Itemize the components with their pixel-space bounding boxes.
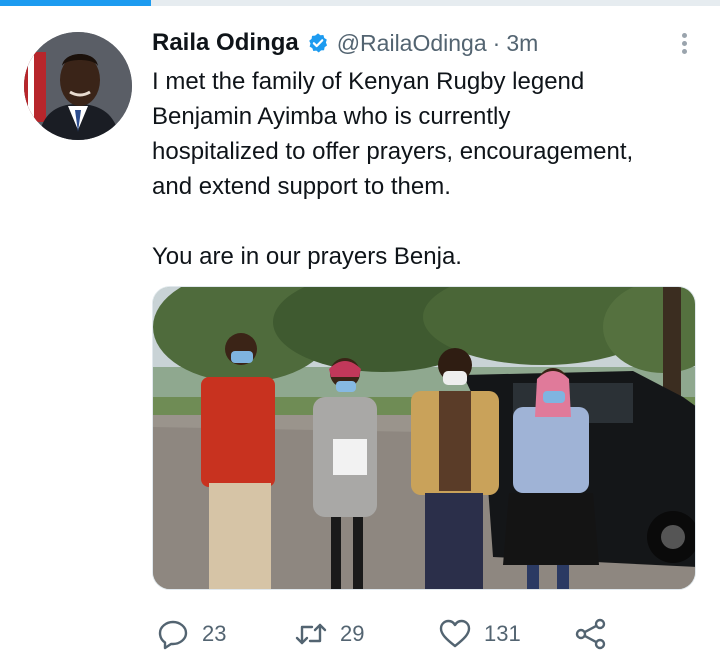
- reply-count: 23: [202, 621, 227, 646]
- tweet: Raila Odinga @RailaOdinga · 3m I met the…: [152, 28, 702, 274]
- header-separator: ·: [492, 29, 501, 56]
- author-handle[interactable]: @RailaOdinga: [337, 30, 487, 57]
- retweet-button[interactable]: 29: [294, 614, 364, 654]
- more-vertical-icon[interactable]: [672, 30, 696, 60]
- tweet-header: Raila Odinga @RailaOdinga · 3m: [152, 28, 702, 58]
- verified-badge-icon: [308, 33, 327, 53]
- tweet-text: I met the family of Kenyan Rugby legend …: [152, 68, 634, 270]
- like-count: 131: [484, 621, 521, 646]
- share-button[interactable]: [574, 614, 608, 654]
- author-name[interactable]: Raila Odinga: [152, 29, 299, 57]
- tweet-actions: 23 29 131: [152, 614, 652, 654]
- loading-progress-bar: [0, 0, 720, 6]
- like-button[interactable]: 131: [438, 614, 521, 654]
- tweet-photo[interactable]: [152, 286, 696, 590]
- retweet-count: 29: [340, 621, 365, 646]
- avatar[interactable]: [24, 32, 132, 140]
- tweet-timestamp[interactable]: 3m: [506, 30, 538, 57]
- heart-icon: [439, 619, 471, 648]
- retweet-icon: [295, 623, 327, 645]
- loading-progress-fill: [0, 0, 152, 6]
- share-icon: [575, 618, 606, 650]
- reply-button[interactable]: 23: [156, 614, 226, 654]
- reply-icon: [158, 620, 188, 650]
